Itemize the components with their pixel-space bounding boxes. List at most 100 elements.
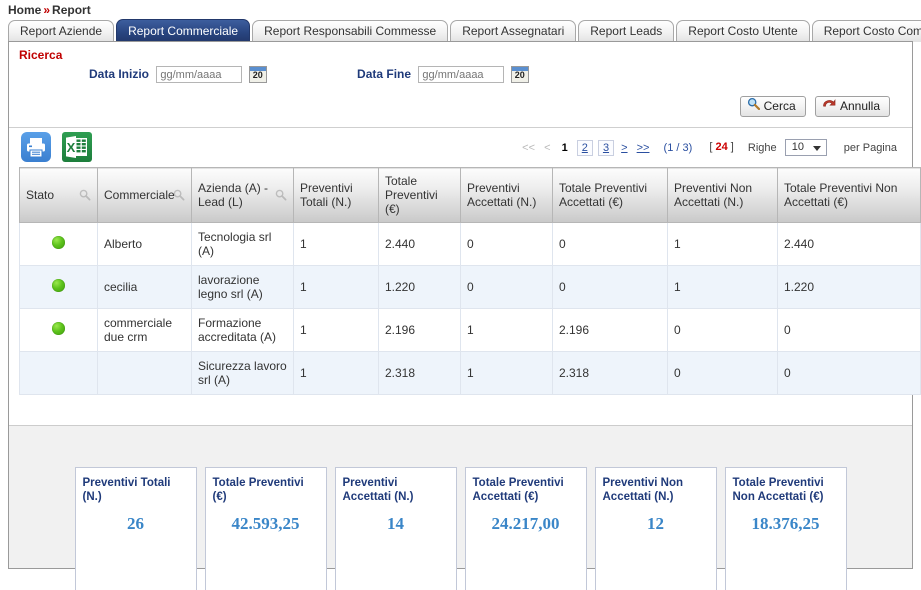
rows-per-page-select[interactable]: 10 — [784, 139, 827, 156]
cell-tot-prev-non-acc: 0 — [777, 351, 921, 395]
cell-azienda: Sicurezza lavoro srl (A) — [191, 351, 294, 395]
tab-report-leads[interactable]: Report Leads — [578, 20, 675, 42]
status-badge — [52, 322, 65, 335]
search-buttons: Cerca Annulla — [19, 88, 902, 123]
cancel-button[interactable]: Annulla — [814, 96, 890, 117]
rows-per-page-value: 10 — [791, 141, 804, 153]
pager-page-2[interactable]: 2 — [576, 139, 593, 156]
cell-prev-non-acc: 1 — [667, 222, 778, 266]
filter-search-icon[interactable] — [173, 189, 185, 204]
pager-page-3[interactable]: 3 — [597, 139, 615, 156]
date-start-input[interactable] — [156, 66, 243, 83]
export-tools: X — [21, 132, 100, 162]
pager-next[interactable]: > — [618, 142, 630, 154]
cell-stato — [19, 222, 98, 266]
search-title: Ricerca — [19, 48, 63, 62]
cell-tot-prev-non-acc: 1.220 — [777, 265, 921, 309]
excel-export-icon[interactable]: X — [62, 132, 93, 162]
grid-header-totale-preventivi[interactable]: Totale Preventivi (€) — [378, 167, 461, 223]
cell-stato — [19, 265, 98, 309]
summary-card-value: 18.376,25 — [751, 514, 820, 533]
filter-search-icon[interactable] — [275, 189, 287, 204]
breadcrumb: Home» Report — [0, 0, 921, 19]
pager-current-page: 1 — [561, 141, 568, 154]
cell-prev-acc: 0 — [460, 265, 553, 309]
svg-text:X: X — [67, 140, 76, 155]
grid-header-label: Totale Preventivi Accettati (€) — [559, 181, 648, 209]
cell-prev-acc: 1 — [460, 308, 553, 352]
cell-commerciale — [97, 351, 192, 395]
date-end-label: Data Fine — [357, 66, 412, 81]
calendar-icon-end[interactable]: 20 — [510, 66, 529, 83]
grid-header-preventivi-totali-n[interactable]: Preventivi Totali (N.) — [293, 167, 379, 223]
table-row[interactable]: Alberto Tecnologia srl (A) 1 2.440 0 0 1 2.440 — [19, 222, 921, 266]
tab-report-costo-commesse[interactable]: Report Costo Commesse — [811, 20, 921, 42]
calendar-icon-day: 20 — [514, 70, 525, 80]
cell-prev-totali: 1 — [293, 265, 379, 309]
summary-card-value: 14 — [387, 514, 404, 533]
tab-report-aziende[interactable]: Report Aziende — [8, 20, 115, 42]
print-icon[interactable] — [21, 132, 51, 162]
grid-header-commerciale[interactable]: Commerciale — [97, 167, 192, 223]
grid-toolbar: X << < 1 2 3 > >> (1 / 3) [ 24 ] Righe 1… — [9, 127, 912, 167]
search-icon — [747, 97, 760, 116]
grid-header-label: Preventivi Totali (N.) — [300, 181, 353, 209]
cancel-button-label: Annulla — [839, 99, 880, 113]
table-row[interactable]: cecilia lavorazione legno srl (A) 1 1.220 0 0… — [19, 265, 921, 309]
grid-header-totale-preventivi-accettati[interactable]: Totale Preventivi Accettati (€) — [552, 167, 668, 223]
search-button[interactable]: Cerca — [739, 96, 806, 117]
summary-card-value: 42.593,25 — [231, 514, 300, 533]
grid-header-totale-preventivi-non-accettati[interactable]: Totale Preventivi Non Accettati (€) — [777, 167, 921, 223]
pager-bracket-close: ] — [730, 141, 734, 154]
report-panel: Ricerca Data Inizio 20 Data Fine 20 — [8, 41, 921, 590]
cell-tot-prev: 2.318 — [378, 351, 461, 395]
grid-header-preventivi-accettati-n[interactable]: Preventivi Accettati (N.) — [460, 167, 553, 223]
cell-prev-totali: 1 — [293, 351, 379, 395]
cell-tot-prev: 2.440 — [378, 222, 461, 266]
date-end-input[interactable] — [418, 66, 505, 83]
cell-commerciale: commerciale due crm — [97, 308, 192, 352]
pager-total-count: [ 24 ] — [703, 141, 740, 153]
grid-header-preventivi-non-accettati-n[interactable]: Preventivi Non Accettati (N.) — [667, 167, 778, 223]
summary-card-value: 24.217,00 — [491, 514, 560, 533]
filter-search-icon[interactable] — [79, 189, 91, 204]
calendar-icon-day: 20 — [252, 70, 263, 80]
breadcrumb-home[interactable]: Home — [8, 3, 41, 17]
summary-card-value: 26 — [127, 514, 144, 533]
cell-tot-prev-acc: 0 — [552, 222, 668, 266]
grid-header-stato[interactable]: Stato — [19, 167, 98, 223]
table-row[interactable]: Sicurezza lavoro srl (A) 1 2.318 1 2.318 0 0 — [19, 351, 921, 395]
summary-card: Preventivi Non Accettati (N.) 12 — [594, 467, 717, 590]
cell-stato — [19, 351, 98, 395]
date-start-group: Data Inizio 20 — [89, 66, 267, 83]
table-row[interactable]: commerciale due crm Formazione accreditat… — [19, 308, 921, 352]
tab-report-costo-utente[interactable]: Report Costo Utente — [676, 20, 810, 42]
status-badge — [52, 279, 65, 292]
summary-card: Totale Preventivi (€) 42.593,25 — [204, 467, 327, 590]
grid-header-label: Stato — [26, 188, 55, 202]
cell-tot-prev: 2.196 — [378, 308, 461, 352]
cell-tot-prev-acc: 2.318 — [552, 351, 668, 395]
breadcrumb-separator: » — [43, 3, 51, 17]
tab-bar: Report Aziende Report Commerciale Report R… — [0, 19, 921, 42]
tab-report-assegnatari[interactable]: Report Assegnatari — [450, 20, 577, 42]
grid-body: Alberto Tecnologia srl (A) 1 2.440 0 0 1 2.440 c… — [19, 222, 921, 395]
pager-per-page-label: per Pagina — [843, 141, 897, 154]
pager-total-number: 24 — [715, 141, 728, 154]
report-grid-container: Stato Commerciale Azienda (A) - Lead (L) Pr… — [9, 167, 921, 395]
tab-report-responsabili-commesse[interactable]: Report Responsabili Commesse — [252, 20, 449, 42]
calendar-icon-start[interactable]: 20 — [248, 66, 267, 83]
cell-prev-acc: 0 — [460, 222, 553, 266]
cell-prev-non-acc: 1 — [667, 265, 778, 309]
summary-card-label: Preventivi Non Accettati (N.) — [602, 477, 684, 503]
grid-header-azienda-a-lead-l[interactable]: Azienda (A) - Lead (L) — [191, 167, 294, 223]
pager-last[interactable]: >> — [634, 142, 653, 154]
date-start-label: Data Inizio — [89, 66, 150, 81]
summary-card-label: Totale Preventivi Non Accettati (€) — [732, 477, 824, 503]
summary-card-value: 12 — [647, 514, 664, 533]
tab-report-commerciale[interactable]: Report Commerciale — [116, 19, 251, 42]
grid-header-label: Azienda (A) - Lead (L) — [198, 181, 269, 209]
cell-prev-acc: 1 — [460, 351, 553, 395]
grid-header-label: Totale Preventivi (€) — [385, 174, 438, 216]
cell-prev-non-acc: 0 — [667, 351, 778, 395]
